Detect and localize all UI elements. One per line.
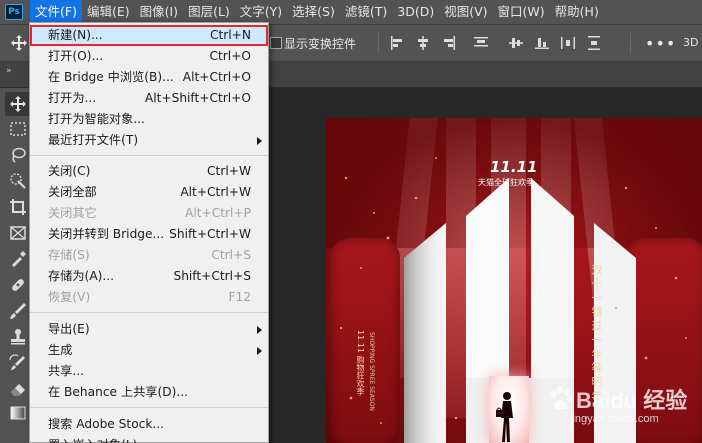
quick-select-tool[interactable] — [9, 172, 27, 190]
menu-image[interactable]: 图像(I) — [135, 0, 183, 24]
menu-separator — [30, 407, 268, 408]
file-menu-dropdown: 新建(N)... Ctrl+N 打开(O)... Ctrl+O 在 Bridge… — [29, 22, 269, 443]
align-bottom-icon[interactable] — [535, 36, 549, 50]
move-tool[interactable] — [5, 92, 31, 116]
poster-logo-subtitle: 天猫全球狂欢季 — [478, 178, 534, 187]
menu-type[interactable]: 文字(Y) — [235, 0, 287, 24]
align-vcenter-icon[interactable] — [509, 36, 523, 50]
menu-item-new[interactable]: 新建(N)... Ctrl+N — [30, 25, 268, 46]
brush-tool[interactable] — [9, 302, 27, 320]
menu-item-close-all[interactable]: 关闭全部 Alt+Ctrl+W — [30, 182, 268, 203]
menu-help[interactable]: 帮助(H) — [550, 0, 604, 24]
frame-icon — [10, 226, 26, 240]
menu-item-close-go-bridge[interactable]: 关闭并转到 Bridge... Shift+Ctrl+W — [30, 224, 268, 245]
marquee-tool[interactable] — [9, 120, 27, 138]
menu-separator — [30, 312, 268, 313]
menu-file[interactable]: 文件(F) — [30, 0, 82, 24]
poster-logo-numbers: 11.11 — [490, 158, 538, 176]
stamp-icon — [11, 329, 25, 345]
menu-item-generate[interactable]: 生成 — [30, 340, 268, 361]
menu-item-close[interactable]: 关闭(C) Ctrl+W — [30, 161, 268, 182]
watermark-text: Baidu 经验 — [576, 388, 688, 413]
submenu-arrow-icon — [257, 347, 262, 355]
history-brush-tool[interactable] — [9, 354, 27, 372]
menu-3d[interactable]: 3D(D) — [392, 0, 439, 24]
menu-edit[interactable]: 编辑(E) — [82, 0, 135, 24]
more-options-icon[interactable]: ••• — [645, 34, 676, 53]
menu-item-open[interactable]: 打开(O)... Ctrl+O — [30, 46, 268, 67]
menu-item-share-behance[interactable]: 在 Behance 上共享(D)... — [30, 382, 268, 403]
distribute-vertical-icon[interactable] — [587, 36, 601, 50]
align-center-icon[interactable] — [416, 36, 430, 50]
menu-select[interactable]: 选择(S) — [287, 0, 340, 24]
align-left-icon[interactable] — [390, 36, 404, 50]
menu-item-open-smart-object[interactable]: 打开为智能对象... — [30, 109, 268, 130]
menu-separator — [30, 155, 268, 156]
eyedropper-icon — [12, 251, 26, 267]
options-separator — [630, 33, 631, 53]
bandage-icon — [12, 279, 24, 291]
crop-tool[interactable] — [9, 198, 27, 216]
watermark-url: jingyan.baidu.com — [570, 413, 659, 425]
clone-stamp-tool[interactable] — [9, 328, 27, 346]
move-icon — [10, 96, 26, 112]
healing-brush-tool[interactable] — [9, 276, 27, 294]
eraser-icon — [11, 384, 25, 396]
quick-select-icon — [10, 173, 26, 189]
options-separator — [378, 33, 379, 53]
lasso-icon — [12, 147, 26, 163]
menu-item-search-stock[interactable]: 搜索 Adobe Stock... — [30, 414, 268, 435]
brush-icon — [10, 303, 26, 319]
3d-mode-label[interactable]: 3D — [683, 36, 698, 49]
menu-item-share[interactable]: 共享... — [30, 361, 268, 382]
menu-window[interactable]: 窗口(W) — [493, 0, 550, 24]
menu-bar: Ps 文件(F) 编辑(E) 图像(I) 图层(L) 文字(Y) 选择(S) 滤… — [0, 0, 702, 24]
menu-item-export[interactable]: 导出(E) — [30, 319, 268, 340]
photoshop-logo-icon: Ps — [5, 4, 23, 20]
eyedropper-tool[interactable] — [9, 250, 27, 268]
collapse-panels-icon[interactable]: » — [6, 66, 12, 76]
align-right-icon[interactable] — [442, 36, 456, 50]
menu-layer[interactable]: 图层(L) — [183, 0, 235, 24]
baidu-watermark: Baidu 经验 jingyan.baidu.com — [548, 383, 698, 439]
crop-icon — [10, 199, 26, 215]
menu-view[interactable]: 视图(V) — [439, 0, 492, 24]
lasso-tool[interactable] — [9, 146, 27, 164]
move-tool-icon[interactable] — [10, 34, 28, 52]
eraser-tool[interactable] — [9, 380, 27, 398]
poster-event-subtitle: SHOPPING SPREE SEASON — [368, 332, 375, 411]
menu-item-close-others[interactable]: 关闭其它 Alt+Ctrl+P — [30, 203, 268, 224]
menu-item-open-recent[interactable]: 最近打开文件(T) — [30, 130, 268, 151]
menu-item-browse-bridge[interactable]: 在 Bridge 中浏览(B)... Alt+Ctrl+O — [30, 67, 268, 88]
shopping-girl-silhouette — [496, 392, 513, 442]
menu-item-revert[interactable]: 恢复(V) F12 — [30, 287, 268, 308]
gradient-icon — [10, 406, 26, 420]
show-transform-label: 显示变换控件 — [284, 37, 357, 51]
baidu-paw-icon — [551, 386, 573, 410]
history-brush-icon — [9, 354, 25, 370]
poster-logo: 11.11 天猫全球狂欢季 — [476, 158, 546, 188]
submenu-arrow-icon — [257, 137, 262, 145]
gradient-tool[interactable] — [9, 404, 27, 422]
marquee-icon — [10, 122, 26, 136]
poster-event-title: 11.11 购物狂欢季 — [356, 330, 365, 396]
submenu-arrow-icon — [257, 326, 262, 334]
distribute-icon[interactable] — [561, 36, 575, 50]
menu-item-open-as[interactable]: 打开为... Alt+Shift+Ctrl+O — [30, 88, 268, 109]
menu-item-save[interactable]: 存储(S) Ctrl+S — [30, 245, 268, 266]
menu-item-save-as[interactable]: 存储为(A)... Shift+Ctrl+S — [30, 266, 268, 287]
menu-filter[interactable]: 滤镜(T) — [340, 0, 392, 24]
show-transform-checkbox[interactable] — [270, 37, 282, 49]
menu-item-place-embedded[interactable]: 置入嵌入对象(L)... — [30, 435, 268, 443]
frame-tool[interactable] — [9, 224, 27, 242]
align-top-icon[interactable] — [474, 36, 488, 50]
